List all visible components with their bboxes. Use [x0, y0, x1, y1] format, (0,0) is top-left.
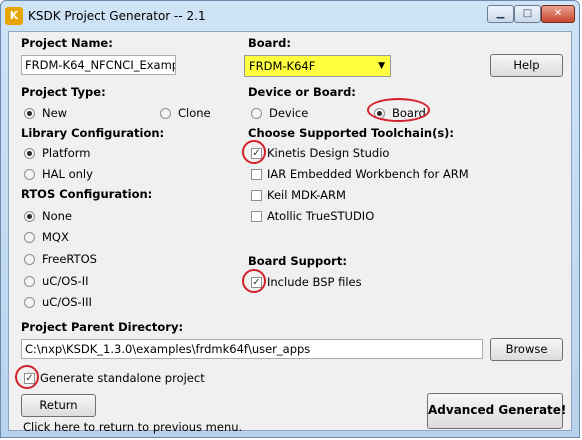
checkbox-indicator[interactable]: [251, 147, 262, 159]
help-button[interactable]: Help: [490, 54, 563, 77]
project-parent-directory-label: Project Parent Directory:: [21, 320, 184, 334]
toolchain-kds-checkbox[interactable]: Kinetis Design Studio: [251, 146, 389, 160]
radio-indicator[interactable]: [24, 275, 35, 287]
library-hal-only-radio[interactable]: HAL only: [24, 167, 93, 181]
include-bsp-checkbox[interactable]: Include BSP files: [251, 275, 362, 289]
project-name-label: Project Name:: [21, 36, 113, 50]
dropdown-arrow-icon[interactable]: ▼: [378, 59, 385, 73]
rtos-ucos-iii-radio[interactable]: uC/OS-III: [24, 295, 92, 309]
toolchains-label: Choose Supported Toolchain(s):: [248, 126, 455, 140]
radio-label: FreeRTOS: [42, 252, 97, 266]
return-hint-text: Click here to return to previous menu.: [23, 420, 243, 434]
browse-button[interactable]: Browse: [490, 338, 563, 361]
toolchain-atollic-checkbox[interactable]: Atollic TrueSTUDIO: [251, 209, 374, 223]
device-radio[interactable]: Device: [251, 106, 308, 120]
radio-label: uC/OS-II: [42, 274, 89, 288]
rtos-freertos-radio[interactable]: FreeRTOS: [24, 252, 97, 266]
radio-label: None: [42, 209, 73, 223]
window-title: KSDK Project Generator -- 2.1: [28, 9, 206, 23]
library-configuration-label: Library Configuration:: [21, 126, 165, 140]
app-window: K KSDK Project Generator -- 2.1 ▁ □ ✕ Pr…: [0, 0, 580, 438]
library-platform-radio[interactable]: Platform: [24, 146, 91, 160]
close-button[interactable]: ✕: [541, 5, 575, 23]
radio-label: Platform: [42, 146, 91, 160]
project-name-input[interactable]: FRDM-K64_NFCNCI_Example: [21, 55, 176, 75]
parent-directory-input[interactable]: C:\nxp\KSDK_1.3.0\examples\frdmk64f\user…: [21, 339, 483, 359]
app-logo-icon: K: [5, 7, 23, 25]
checkbox-indicator[interactable]: [251, 168, 262, 180]
generate-standalone-checkbox[interactable]: Generate standalone project: [24, 371, 205, 385]
radio-label: HAL only: [42, 167, 93, 181]
board-select[interactable]: FRDM-K64F ▼: [244, 55, 391, 77]
radio-indicator[interactable]: [374, 107, 385, 119]
board-radio[interactable]: Board: [374, 106, 426, 120]
checkbox-indicator[interactable]: [251, 189, 262, 201]
project-type-label: Project Type:: [21, 85, 106, 99]
board-label: Board:: [248, 36, 291, 50]
checkbox-indicator[interactable]: [251, 210, 262, 222]
board-support-label: Board Support:: [248, 254, 347, 268]
radio-indicator[interactable]: [160, 107, 171, 119]
radio-indicator[interactable]: [24, 147, 35, 159]
toolchain-keil-checkbox[interactable]: Keil MDK-ARM: [251, 188, 346, 202]
radio-indicator[interactable]: [251, 107, 262, 119]
radio-label: uC/OS-III: [42, 295, 92, 309]
radio-label: Board: [392, 106, 426, 120]
checkbox-label: IAR Embedded Workbench for ARM: [267, 167, 469, 181]
project-type-new-radio[interactable]: New: [24, 106, 67, 120]
radio-indicator[interactable]: [24, 210, 35, 222]
radio-indicator[interactable]: [24, 253, 35, 265]
toolchain-iar-checkbox[interactable]: IAR Embedded Workbench for ARM: [251, 167, 469, 181]
device-or-board-label: Device or Board:: [248, 85, 356, 99]
checkbox-indicator[interactable]: [24, 372, 35, 384]
checkbox-label: Keil MDK-ARM: [267, 188, 346, 202]
minimize-button[interactable]: ▁: [487, 5, 514, 23]
radio-indicator[interactable]: [24, 231, 35, 243]
rtos-mqx-radio[interactable]: MQX: [24, 230, 69, 244]
radio-indicator[interactable]: [24, 296, 35, 308]
radio-indicator[interactable]: [24, 168, 35, 180]
checkbox-label: Generate standalone project: [40, 371, 205, 385]
main-panel: Project Name: FRDM-K64_NFCNCI_Example Pr…: [8, 31, 572, 434]
checkbox-indicator[interactable]: [251, 276, 262, 288]
rtos-ucos-ii-radio[interactable]: uC/OS-II: [24, 274, 88, 288]
radio-label: Clone: [178, 106, 211, 120]
checkbox-label: Include BSP files: [267, 275, 362, 289]
radio-label: MQX: [42, 230, 69, 244]
title-bar[interactable]: K KSDK Project Generator -- 2.1 ▁ □ ✕: [1, 1, 579, 31]
board-select-value: FRDM-K64F: [249, 59, 316, 73]
return-button[interactable]: Return: [21, 394, 96, 417]
radio-label: Device: [269, 106, 309, 120]
checkbox-label: Atollic TrueSTUDIO: [267, 209, 375, 223]
maximize-button[interactable]: □: [514, 5, 541, 23]
project-type-clone-radio[interactable]: Clone: [160, 106, 211, 120]
checkbox-label: Kinetis Design Studio: [267, 146, 390, 160]
advanced-generate-button[interactable]: Advanced Generate!: [427, 393, 566, 429]
radio-label: New: [42, 106, 68, 120]
radio-indicator[interactable]: [24, 107, 35, 119]
rtos-none-radio[interactable]: None: [24, 209, 72, 223]
rtos-configuration-label: RTOS Configuration:: [21, 187, 153, 201]
